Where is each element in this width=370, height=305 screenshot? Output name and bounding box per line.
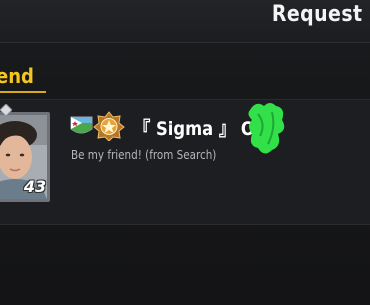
level-badge: 43: [23, 177, 47, 196]
friend-request-screen: Request L end 43 『 Sigma: [0, 0, 370, 305]
tier-badge-icon: [93, 111, 125, 141]
request-message: Be my friend! (from Search): [71, 147, 217, 162]
redaction-scribble: [248, 103, 285, 154]
frame-gem-icon: [0, 104, 12, 116]
header-divider: [0, 42, 370, 43]
tab-friend[interactable]: end: [0, 64, 34, 88]
page-title: Request L: [271, 2, 370, 27]
flag-icon: [70, 116, 93, 134]
tab-underline: [0, 91, 46, 93]
header-bar: Request L: [0, 0, 370, 42]
